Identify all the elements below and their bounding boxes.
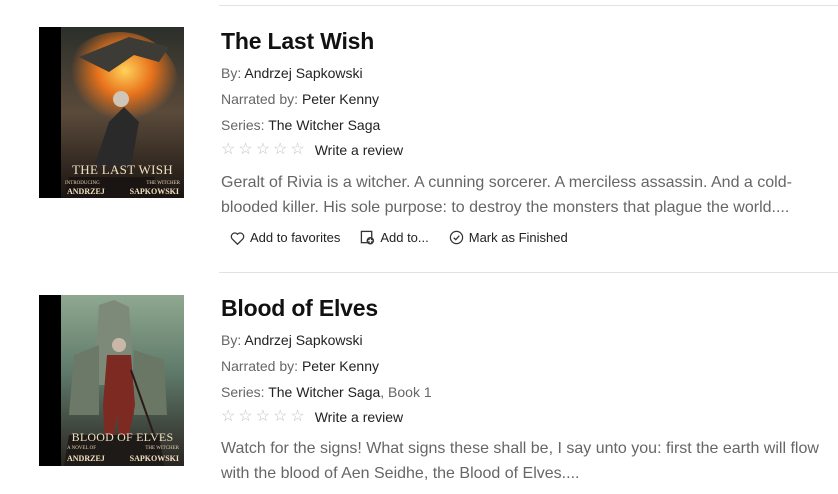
book-actions: Add to favorites Add to... Mark as Finis… bbox=[230, 230, 568, 245]
star-outline-icon[interactable]: ☆ bbox=[256, 409, 270, 425]
mark-as-finished-label: Mark as Finished bbox=[468, 230, 568, 245]
star-outline-icon[interactable]: ☆ bbox=[221, 142, 235, 158]
book-title[interactable]: Blood of Elves bbox=[221, 295, 378, 322]
star-outline-icon[interactable]: ☆ bbox=[273, 142, 287, 158]
mark-as-finished-button[interactable]: Mark as Finished bbox=[449, 230, 568, 245]
star-outline-icon[interactable]: ☆ bbox=[290, 409, 304, 425]
add-to-favorites-label: Add to favorites bbox=[250, 230, 341, 245]
series-line: Series: The Witcher Saga, Book 1 bbox=[221, 384, 432, 400]
book-cover-image[interactable]: INTRODUCING THE WITCHER THE LAST WISH AND… bbox=[39, 27, 184, 198]
series-link[interactable]: The Witcher Saga bbox=[268, 384, 380, 400]
series-label: Series: bbox=[221, 384, 265, 400]
add-to-list-button[interactable]: Add to... bbox=[360, 230, 429, 245]
star-outline-icon[interactable]: ☆ bbox=[273, 409, 287, 425]
star-outline-icon[interactable]: ☆ bbox=[290, 142, 304, 158]
write-review-link[interactable]: Write a review bbox=[315, 409, 403, 425]
rating-row: ☆ ☆ ☆ ☆ ☆ Write a review bbox=[221, 142, 403, 159]
narrator-link[interactable]: Peter Kenny bbox=[302, 91, 379, 107]
narrator-link[interactable]: Peter Kenny bbox=[302, 358, 379, 374]
star-outline-icon[interactable]: ☆ bbox=[221, 409, 235, 425]
narrator-label: Narrated by: bbox=[221, 358, 299, 374]
add-to-favorites-button[interactable]: Add to favorites bbox=[230, 230, 340, 245]
cover-author-text: ANDRZEJ SAPKOWSKI bbox=[67, 187, 179, 196]
author-line: By: Andrzej Sapkowski bbox=[221, 65, 363, 81]
item-divider bbox=[219, 272, 838, 273]
book-title[interactable]: The Last Wish bbox=[221, 28, 374, 55]
narrator-line: Narrated by: Peter Kenny bbox=[221, 91, 379, 107]
write-review-link[interactable]: Write a review bbox=[315, 142, 403, 158]
rating-stars[interactable]: ☆ ☆ ☆ ☆ ☆ bbox=[221, 409, 305, 425]
add-to-list-label: Add to... bbox=[380, 230, 429, 245]
cover-small-text: A NOVEL OF THE WITCHER bbox=[67, 446, 179, 451]
series-line: Series: The Witcher Saga bbox=[221, 117, 380, 133]
cover-author-text: ANDRZEJ SAPKOWSKI bbox=[67, 454, 179, 463]
series-label: Series: bbox=[221, 117, 265, 133]
rating-stars[interactable]: ☆ ☆ ☆ ☆ ☆ bbox=[221, 142, 305, 158]
series-link[interactable]: The Witcher Saga bbox=[268, 117, 380, 133]
book-cover-image[interactable]: BLOOD OF ELVES A NOVEL OF THE WITCHER AND… bbox=[39, 295, 184, 466]
check-circle-icon bbox=[449, 230, 464, 245]
author-link[interactable]: Andrzej Sapkowski bbox=[244, 332, 362, 348]
cover-title-text: THE LAST WISH bbox=[72, 162, 173, 177]
author-link[interactable]: Andrzej Sapkowski bbox=[244, 65, 362, 81]
narrator-label: Narrated by: bbox=[221, 91, 299, 107]
book-summary: Geralt of Rivia is a witcher. A cunning … bbox=[221, 174, 792, 216]
top-divider bbox=[219, 5, 838, 6]
book-summary: Watch for the signs! What signs these sh… bbox=[221, 440, 819, 482]
star-outline-icon[interactable]: ☆ bbox=[238, 409, 252, 425]
narrator-line: Narrated by: Peter Kenny bbox=[221, 358, 379, 374]
cover-small-text: INTRODUCING THE WITCHER bbox=[65, 181, 180, 186]
author-label: By: bbox=[221, 65, 242, 81]
star-outline-icon[interactable]: ☆ bbox=[256, 142, 270, 158]
author-line: By: Andrzej Sapkowski bbox=[221, 332, 363, 348]
star-outline-icon[interactable]: ☆ bbox=[238, 142, 252, 158]
heart-outline-icon bbox=[230, 231, 245, 245]
add-to-list-icon bbox=[360, 230, 375, 245]
cover-title-text: BLOOD OF ELVES bbox=[71, 430, 174, 444]
author-label: By: bbox=[221, 332, 242, 348]
rating-row: ☆ ☆ ☆ ☆ ☆ Write a review bbox=[221, 409, 403, 426]
series-suffix: , Book 1 bbox=[380, 384, 432, 400]
